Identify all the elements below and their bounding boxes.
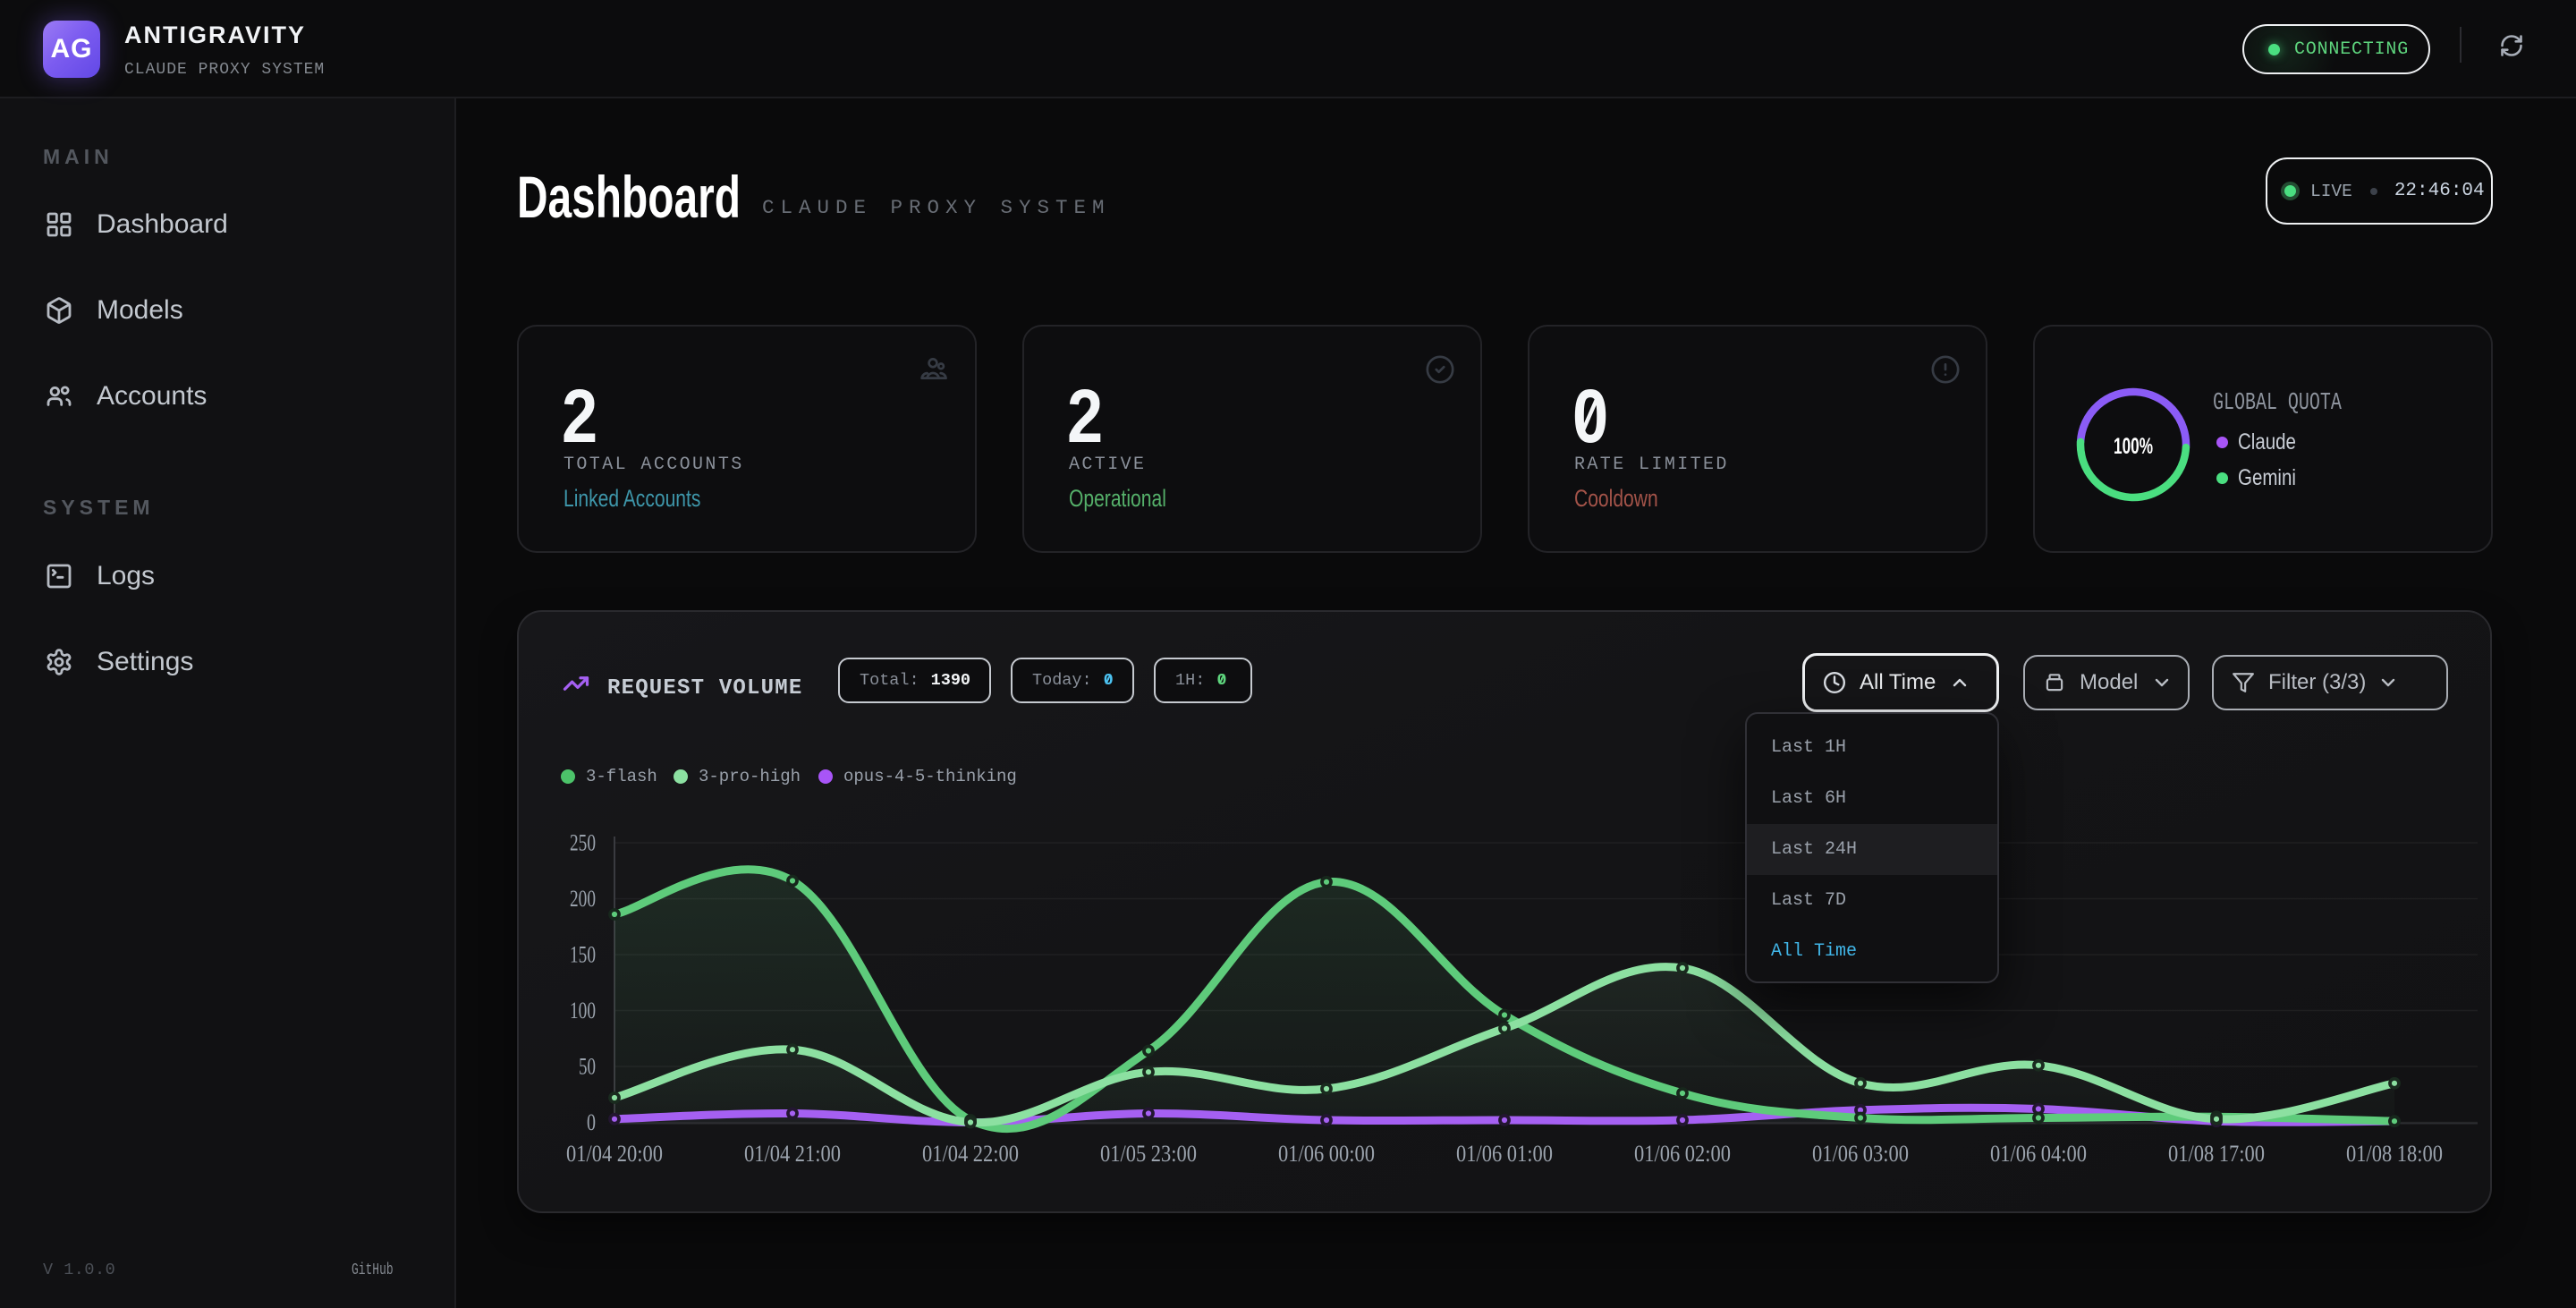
svg-text:01/05 23:00: 01/05 23:00	[1100, 1141, 1197, 1167]
svg-text:50: 50	[579, 1054, 596, 1080]
svg-text:01/06 03:00: 01/06 03:00	[1812, 1141, 1909, 1167]
svg-text:200: 200	[570, 886, 596, 912]
svg-text:01/04 21:00: 01/04 21:00	[744, 1141, 841, 1167]
svg-text:01/06 00:00: 01/06 00:00	[1278, 1141, 1375, 1167]
svg-text:100: 100	[570, 998, 596, 1023]
svg-text:01/06 02:00: 01/06 02:00	[1634, 1141, 1731, 1167]
svg-text:100%: 100%	[2114, 434, 2153, 459]
svg-text:01/06 04:00: 01/06 04:00	[1990, 1141, 2087, 1167]
svg-text:250: 250	[570, 830, 596, 856]
svg-text:01/04 22:00: 01/04 22:00	[922, 1141, 1019, 1167]
svg-text:01/06 01:00: 01/06 01:00	[1456, 1141, 1553, 1167]
svg-text:0: 0	[587, 1109, 596, 1135]
svg-text:01/08 17:00: 01/08 17:00	[2168, 1141, 2265, 1167]
svg-text:01/08 18:00: 01/08 18:00	[2346, 1141, 2443, 1167]
svg-text:01/04 20:00: 01/04 20:00	[566, 1141, 663, 1167]
svg-text:150: 150	[570, 942, 596, 968]
